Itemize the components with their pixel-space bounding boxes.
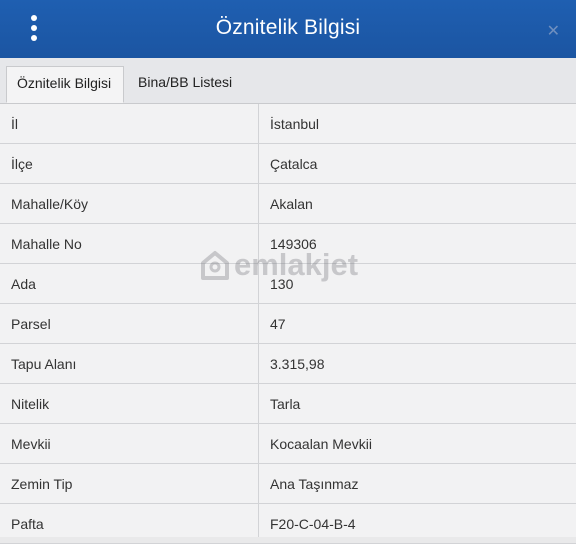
row-key: Tapu Alanı	[11, 356, 77, 372]
row-value: Tarla	[270, 396, 301, 412]
row-key: Zemin Tip	[11, 476, 73, 492]
row-value: Çatalca	[270, 156, 318, 172]
row-value: 130	[270, 276, 294, 292]
row-key: Parsel	[11, 316, 51, 332]
table-row: Tapu Alanı 3.315,98	[0, 344, 576, 384]
close-icon[interactable]: ✕	[547, 21, 560, 41]
attribute-table: İl İstanbul İlçe Çatalca Mahalle/Köy Akalan…	[0, 104, 576, 544]
table-row: Nitelik Tarla	[0, 384, 576, 424]
tab-bina-bb-listesi[interactable]: Bina/BB Listesi	[128, 66, 242, 103]
table-row: Mahalle No 149306	[0, 224, 576, 264]
column-divider	[258, 104, 259, 537]
table-row: Parsel 47	[0, 304, 576, 344]
row-key: Mahalle No	[11, 236, 82, 252]
dialog-title: Öznitelik Bilgisi	[215, 16, 361, 39]
table-row: İl İstanbul	[0, 104, 576, 144]
table-row: Zemin Tip Ana Taşınmaz	[0, 464, 576, 504]
table-row: Ada 130	[0, 264, 576, 304]
row-value: 3.315,98	[270, 356, 325, 372]
row-value: F20-C-04-B-4	[270, 516, 356, 532]
row-value: Ana Taşınmaz	[270, 476, 359, 492]
row-value: İstanbul	[270, 116, 320, 132]
dialog-header: Öznitelik Bilgisi ✕	[0, 0, 576, 58]
tab-bar: Öznitelik Bilgisi Bina/BB Listesi	[0, 58, 576, 104]
table-row: Pafta F20-C-04-B-4	[0, 504, 576, 544]
row-key: Mahalle/Köy	[11, 196, 89, 212]
row-value: 47	[270, 316, 286, 332]
row-key: Nitelik	[11, 396, 50, 412]
row-key: İlçe	[11, 156, 33, 172]
row-key: Ada	[11, 276, 36, 292]
row-value: Kocaalan Mevkii	[270, 436, 372, 452]
tab-oznitelik-bilgisi[interactable]: Öznitelik Bilgisi	[6, 66, 124, 103]
row-key: Pafta	[11, 516, 44, 532]
row-key: Mevkii	[11, 436, 51, 452]
table-row: Mahalle/Köy Akalan	[0, 184, 576, 224]
row-key: İl	[11, 116, 18, 132]
row-value: 149306	[270, 236, 317, 252]
table-row: Mevkii Kocaalan Mevkii	[0, 424, 576, 464]
table-row: İlçe Çatalca	[0, 144, 576, 184]
row-value: Akalan	[270, 196, 313, 212]
